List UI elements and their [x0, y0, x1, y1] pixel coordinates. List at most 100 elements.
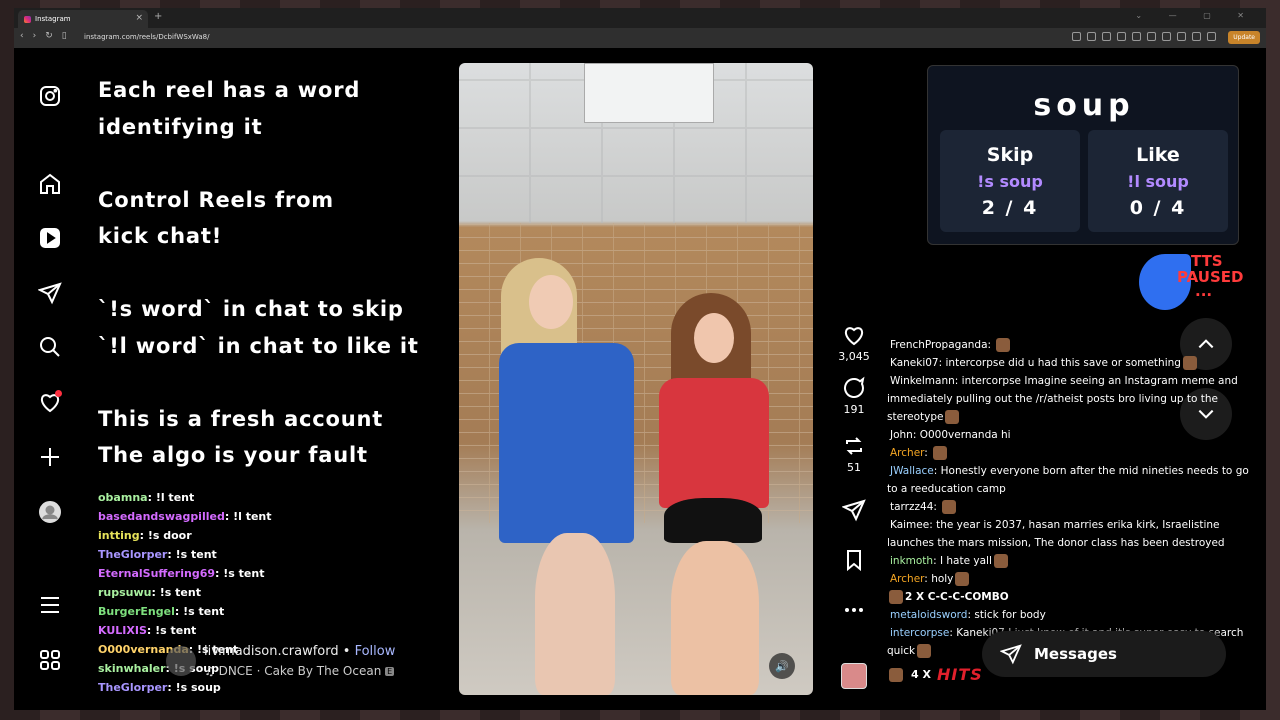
home-icon[interactable]	[32, 166, 68, 202]
comment-action[interactable]: 191	[834, 376, 874, 416]
song-title: ♫ DNCE · Cake By The Ocean	[204, 664, 382, 678]
comment-icon	[844, 376, 865, 398]
current-reel-word: soup	[1033, 88, 1135, 123]
new-tab-button[interactable]: +	[154, 11, 162, 22]
cast-icon[interactable]	[1087, 32, 1096, 41]
chat-separator: :	[147, 491, 156, 504]
instruction-line: Control Reels from	[98, 187, 334, 212]
chat-username[interactable]: BurgerEngel	[98, 605, 175, 618]
chat-username[interactable]: inkmoth	[887, 555, 933, 567]
chat-username[interactable]: skinwhaler	[98, 662, 166, 675]
volume-icon[interactable]: 🔊	[769, 653, 795, 679]
reels-icon[interactable]	[32, 220, 68, 256]
chat-username[interactable]: tarrzz44	[887, 501, 933, 513]
instruction-line: This is a fresh account	[98, 406, 384, 431]
heart-icon	[845, 327, 863, 346]
chat-separator: :	[933, 501, 941, 513]
tab-close-icon[interactable]: ×	[135, 13, 143, 23]
extension-icon-5[interactable]	[1192, 32, 1201, 41]
bookmark-icon[interactable]: ▯	[62, 31, 67, 41]
chat-message: inkmoth: I hate yall	[887, 552, 1249, 570]
puzzle-icon[interactable]	[1207, 32, 1216, 41]
apps-grid-icon[interactable]	[32, 642, 68, 678]
chat-username[interactable]: Archer	[887, 447, 924, 459]
chat-text: !s tent	[223, 567, 265, 580]
instruction-gap	[98, 364, 438, 401]
messages-button[interactable]: Messages	[982, 631, 1226, 677]
send-icon[interactable]	[32, 275, 68, 311]
emote-icon	[889, 590, 903, 604]
chat-username[interactable]: TheGlorper	[98, 681, 167, 694]
creator-username[interactable]: liv.madison.crawford	[204, 644, 339, 659]
chat-username[interactable]: John	[887, 429, 913, 441]
chat-separator: :	[224, 510, 234, 523]
chat-text: !s tent	[183, 605, 225, 618]
instruction-gap	[98, 145, 438, 182]
chat-username[interactable]: KULIXIS	[98, 624, 147, 637]
window-controls[interactable]: ⌄ — ▢ ✕	[1135, 11, 1256, 20]
hits-count: 4 X	[911, 668, 931, 681]
chat-text: !l tent	[233, 510, 272, 523]
follow-button[interactable]: Follow	[355, 644, 396, 659]
emote-icon	[1182, 356, 1197, 370]
extension-icon-4[interactable]	[1177, 32, 1186, 41]
chat-message: BurgerEngel: !s tent	[98, 602, 398, 621]
forward-icon[interactable]: ›	[33, 31, 37, 41]
browser-tab[interactable]: Instagram ×	[18, 10, 148, 28]
extension-icon[interactable]	[1132, 32, 1141, 41]
chat-username[interactable]: rupsuwu	[98, 586, 152, 599]
reload-icon[interactable]: ↻	[45, 31, 53, 41]
notifications-heart-icon[interactable]	[32, 384, 68, 420]
update-button[interactable]: Update	[1228, 31, 1260, 44]
like-vote-box: Like !l soup 0 / 4	[1088, 130, 1228, 232]
chat-username[interactable]: Kaimee	[887, 519, 929, 531]
chat-username[interactable]: Archer	[887, 573, 924, 585]
like-action[interactable]: 3,045	[834, 323, 874, 363]
chat-username[interactable]: EternalSuffering69	[98, 567, 215, 580]
chat-username[interactable]: obamna	[98, 491, 148, 504]
audio-thumbnail[interactable]	[841, 663, 867, 689]
chat-username[interactable]: basedandswagpilled	[98, 510, 225, 523]
star-icon[interactable]	[1102, 32, 1111, 41]
repost-action[interactable]: 51	[834, 434, 874, 474]
chat-username[interactable]: Winkelmann	[887, 375, 955, 387]
chat-message: 2 X C-C-C-COMBO	[887, 588, 1249, 606]
extension-icon-2[interactable]	[1147, 32, 1156, 41]
creator-avatar[interactable]	[166, 646, 196, 676]
search-icon[interactable]	[32, 329, 68, 365]
menu-icon[interactable]	[32, 587, 68, 623]
comment-count: 191	[843, 403, 865, 416]
chat-separator: :	[167, 681, 176, 694]
chat-username[interactable]: TheGlorper	[98, 548, 167, 561]
extension-icon-3[interactable]	[1162, 32, 1171, 41]
chat-username[interactable]: intercorpse	[887, 627, 949, 639]
back-icon[interactable]: ‹	[20, 31, 24, 41]
instagram-logo-icon[interactable]	[32, 78, 68, 114]
create-plus-icon[interactable]	[32, 439, 68, 475]
chat-text: !l tent	[155, 491, 195, 504]
chat-text: stick for body	[974, 609, 1046, 621]
instruction-line: Each reel has a word	[98, 78, 361, 102]
chat-username[interactable]: intting	[98, 529, 140, 542]
chat-message: TheGlorper: !s soup	[98, 678, 398, 697]
chat-separator: :	[933, 555, 940, 567]
chat-username[interactable]: metaloidsword	[887, 609, 967, 621]
share-action[interactable]	[834, 498, 874, 525]
chat-text: the year is 2037, hasan marries erika ki…	[887, 519, 1225, 549]
save-action[interactable]	[834, 548, 874, 575]
profile-avatar-icon[interactable]	[32, 494, 68, 530]
more-action[interactable]	[834, 598, 874, 625]
like-count-votes: 0 / 4	[1129, 197, 1187, 219]
chat-username[interactable]: JWallace	[887, 465, 934, 477]
chat-separator: :	[924, 447, 932, 459]
reel-video[interactable]: 🔊	[459, 63, 813, 695]
chat-username[interactable]: Kaneki07	[887, 357, 939, 369]
chat-separator: :	[912, 429, 920, 441]
chat-text: !s door	[147, 529, 192, 542]
address-input[interactable]: instagram.com/reels/DcbifWSxWa8/	[84, 33, 210, 41]
reel-audio[interactable]: ♫ DNCE · Cake By The Ocean E	[204, 664, 395, 678]
shield-icon[interactable]	[1117, 32, 1126, 41]
chat-username[interactable]: FrenchPropaganda	[887, 339, 988, 351]
chat-message: Kaimee: the year is 2037, hasan marries …	[887, 516, 1249, 552]
zoom-icon[interactable]	[1072, 32, 1081, 41]
